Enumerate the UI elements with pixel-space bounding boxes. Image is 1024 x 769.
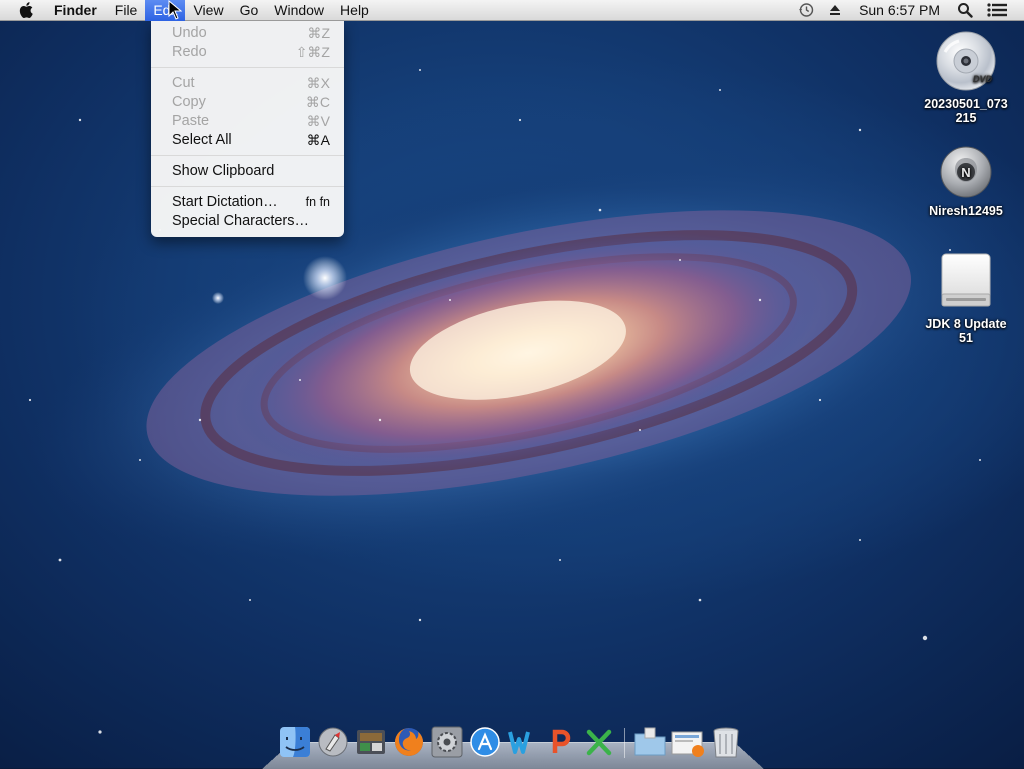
menu-item-label: Redo xyxy=(172,44,207,60)
menu-item-label: Undo xyxy=(172,25,207,41)
powerpoint-icon[interactable] xyxy=(543,724,579,760)
system-preferences-icon[interactable] xyxy=(429,724,465,760)
desktop-icon-label: Niresh12495 xyxy=(929,204,1003,218)
menu-item-paste[interactable]: Paste ⌘V xyxy=(151,112,344,131)
svg-text:N: N xyxy=(961,165,970,180)
launchpad-icon[interactable] xyxy=(315,724,351,760)
desktop-icon-jdk[interactable]: JDK 8 Update 51 xyxy=(916,250,1016,345)
menu-help[interactable]: Help xyxy=(332,0,377,21)
menu-item-select-all[interactable]: Select All ⌘A xyxy=(151,131,344,150)
menu-item-label: Show Clipboard xyxy=(172,163,275,179)
menu-item-label: Special Characters… xyxy=(172,213,309,229)
menu-view[interactable]: View xyxy=(185,0,231,21)
notification-center-icon[interactable] xyxy=(980,0,1014,21)
menu-item-label: Start Dictation… xyxy=(172,194,278,210)
menu-go[interactable]: Go xyxy=(232,0,267,21)
menu-item-shortcut: ⌘A xyxy=(306,132,330,148)
menu-item-shortcut: ⌘V xyxy=(306,113,330,129)
menu-item-show-clipboard[interactable]: Show Clipboard xyxy=(151,162,344,181)
menu-item-shortcut: ⌘C xyxy=(305,94,330,110)
app-store-icon[interactable] xyxy=(467,724,503,760)
trash-icon[interactable] xyxy=(708,724,744,760)
menu-file[interactable]: File xyxy=(107,0,146,21)
menu-bar-clock[interactable]: Sun 6:57 PM xyxy=(849,0,950,21)
downloads-stack-icon[interactable] xyxy=(670,724,706,760)
menu-item-label: Copy xyxy=(172,94,206,110)
edit-menu-dropdown: Undo ⌘Z Redo ⇧⌘Z Cut ⌘X Copy ⌘C Paste ⌘V… xyxy=(151,21,344,237)
apple-menu-icon[interactable] xyxy=(16,0,38,21)
menu-separator xyxy=(151,186,344,187)
menu-item-label: Paste xyxy=(172,113,210,129)
applications-folder-icon[interactable] xyxy=(632,724,668,760)
menu-item-copy[interactable]: Copy ⌘C xyxy=(151,93,344,112)
dvd-disc-icon: DVD xyxy=(916,30,1016,95)
menu-item-undo[interactable]: Undo ⌘Z xyxy=(151,24,344,43)
menu-item-label: Select All xyxy=(172,132,232,148)
desktop-icon-label: JDK 8 Update 51 xyxy=(925,317,1007,345)
time-machine-icon[interactable] xyxy=(791,0,821,21)
firefox-icon[interactable] xyxy=(391,724,427,760)
menu-bar: Finder File Edit View Go Window Help Sun… xyxy=(0,0,1024,21)
desktop-icon-dvd[interactable]: DVD 20230501_073215 xyxy=(916,30,1016,125)
menu-item-cut[interactable]: Cut ⌘X xyxy=(151,74,344,93)
eject-icon[interactable] xyxy=(821,0,849,21)
menu-separator xyxy=(151,155,344,156)
menu-separator xyxy=(151,67,344,68)
menu-item-shortcut: ⌘X xyxy=(306,75,330,91)
menu-item-shortcut: fn fn xyxy=(305,195,330,209)
menu-item-label: Cut xyxy=(172,75,195,91)
desktop-icon-niresh[interactable]: N Niresh12495 xyxy=(916,145,1016,218)
menu-item-shortcut: ⇧⌘Z xyxy=(295,44,330,60)
image-capture-icon[interactable] xyxy=(353,724,389,760)
word-icon[interactable] xyxy=(505,724,541,760)
desktop-icon-label: 20230501_073215 xyxy=(924,97,1008,125)
svg-text:DVD: DVD xyxy=(973,74,993,84)
menu-window[interactable]: Window xyxy=(266,0,332,21)
spotlight-search-icon[interactable] xyxy=(950,0,980,21)
excel-icon[interactable] xyxy=(581,724,617,760)
external-drive-icon xyxy=(916,250,1016,315)
menu-finder[interactable]: Finder xyxy=(48,0,107,21)
finder-icon[interactable] xyxy=(277,724,313,760)
dock-divider xyxy=(624,728,625,758)
menu-bar-status-area: Sun 6:57 PM xyxy=(791,0,1024,21)
menu-item-start-dictation[interactable]: Start Dictation… fn fn xyxy=(151,193,344,212)
menu-item-shortcut: ⌘Z xyxy=(307,25,330,41)
menu-item-special-characters[interactable]: Special Characters… xyxy=(151,212,344,231)
menu-item-redo[interactable]: Redo ⇧⌘Z xyxy=(151,43,344,62)
dock xyxy=(276,720,745,760)
mouse-cursor-icon xyxy=(168,0,183,25)
installer-disk-icon: N xyxy=(916,145,1016,202)
